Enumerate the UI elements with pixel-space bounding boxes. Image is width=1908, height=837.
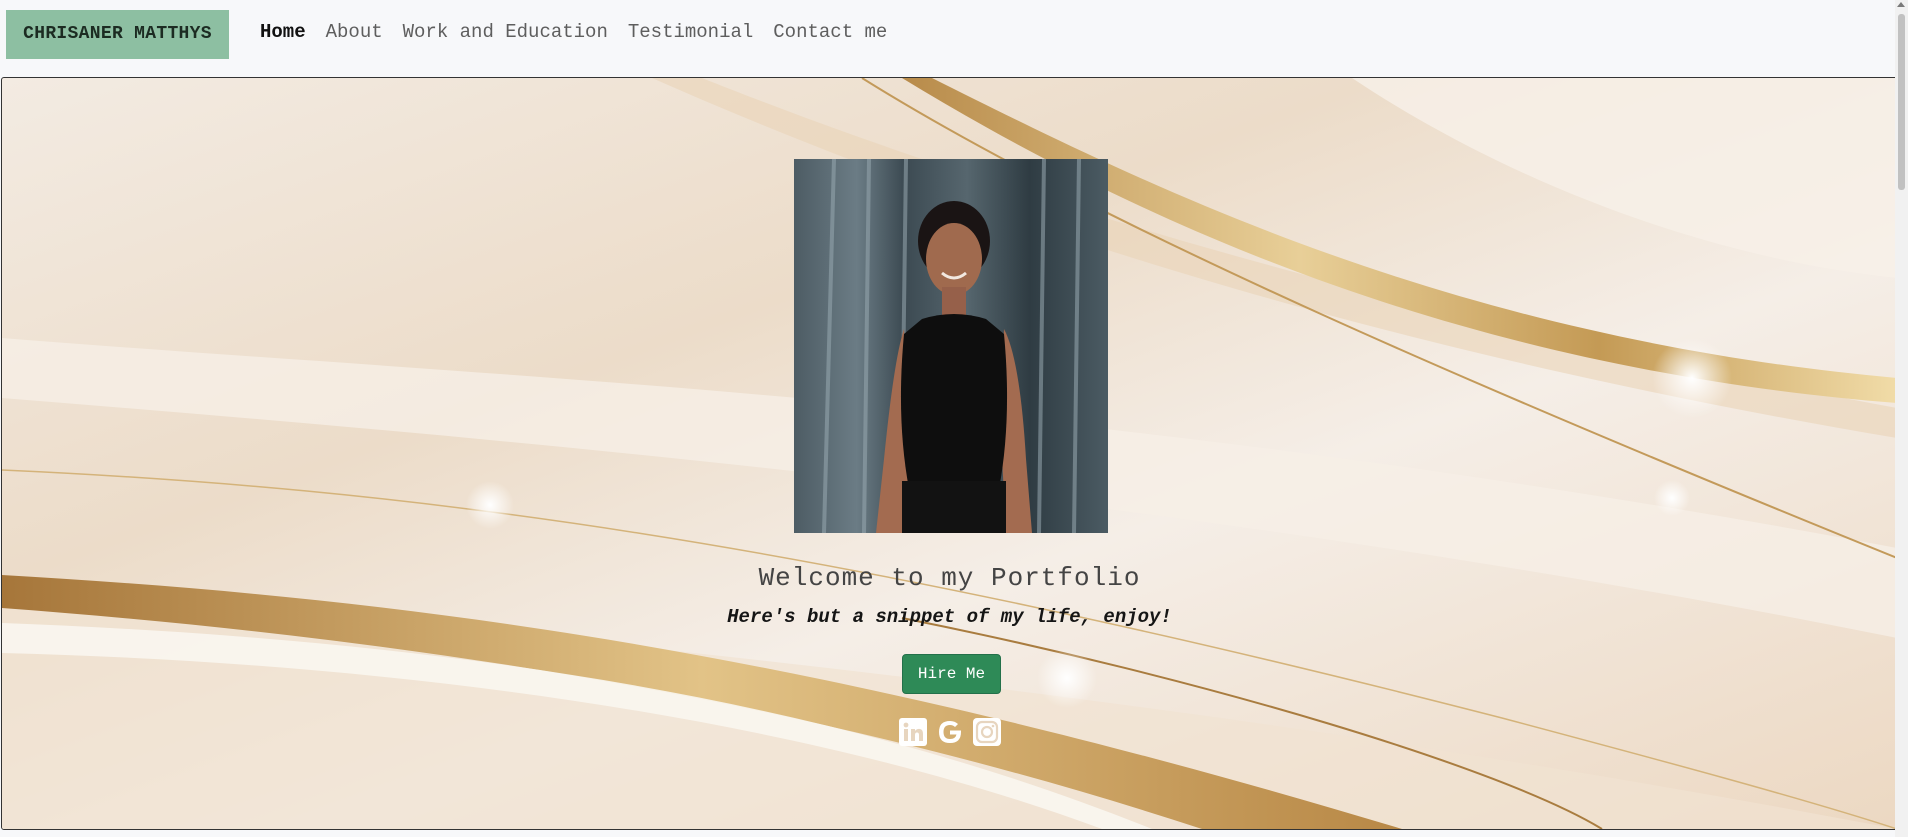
scroll-up-icon[interactable]	[1897, 2, 1905, 7]
page: CHRISANER MATTHYS Home About Work and Ed…	[0, 0, 1908, 837]
nav-link-work-education[interactable]: Work and Education	[403, 21, 608, 43]
social-links	[898, 717, 1002, 747]
nav-link-contact[interactable]: Contact me	[773, 21, 887, 43]
hero-section: Welcome to my Portfolio Here's but a sni…	[1, 77, 1898, 830]
instagram-icon[interactable]	[972, 717, 1002, 747]
nav-links: Home About Work and Education Testimonia…	[260, 21, 907, 43]
profile-photo	[794, 159, 1108, 533]
nav-link-about[interactable]: About	[326, 21, 383, 43]
scroll-thumb[interactable]	[1898, 14, 1905, 190]
linkedin-icon[interactable]	[898, 717, 928, 747]
welcome-heading: Welcome to my Portfolio	[758, 563, 1141, 593]
nav-link-home[interactable]: Home	[260, 21, 306, 43]
tagline: Here's but a snippet of my life, enjoy!	[727, 606, 1172, 628]
google-icon[interactable]	[935, 717, 965, 747]
navbar: CHRISANER MATTHYS Home About Work and Ed…	[0, 0, 1895, 77]
hire-me-button[interactable]: Hire Me	[902, 654, 1001, 694]
nav-link-testimonial[interactable]: Testimonial	[628, 21, 753, 43]
brand-logo-button[interactable]: CHRISANER MATTHYS	[6, 10, 229, 59]
page-scrollbar[interactable]	[1895, 0, 1908, 837]
